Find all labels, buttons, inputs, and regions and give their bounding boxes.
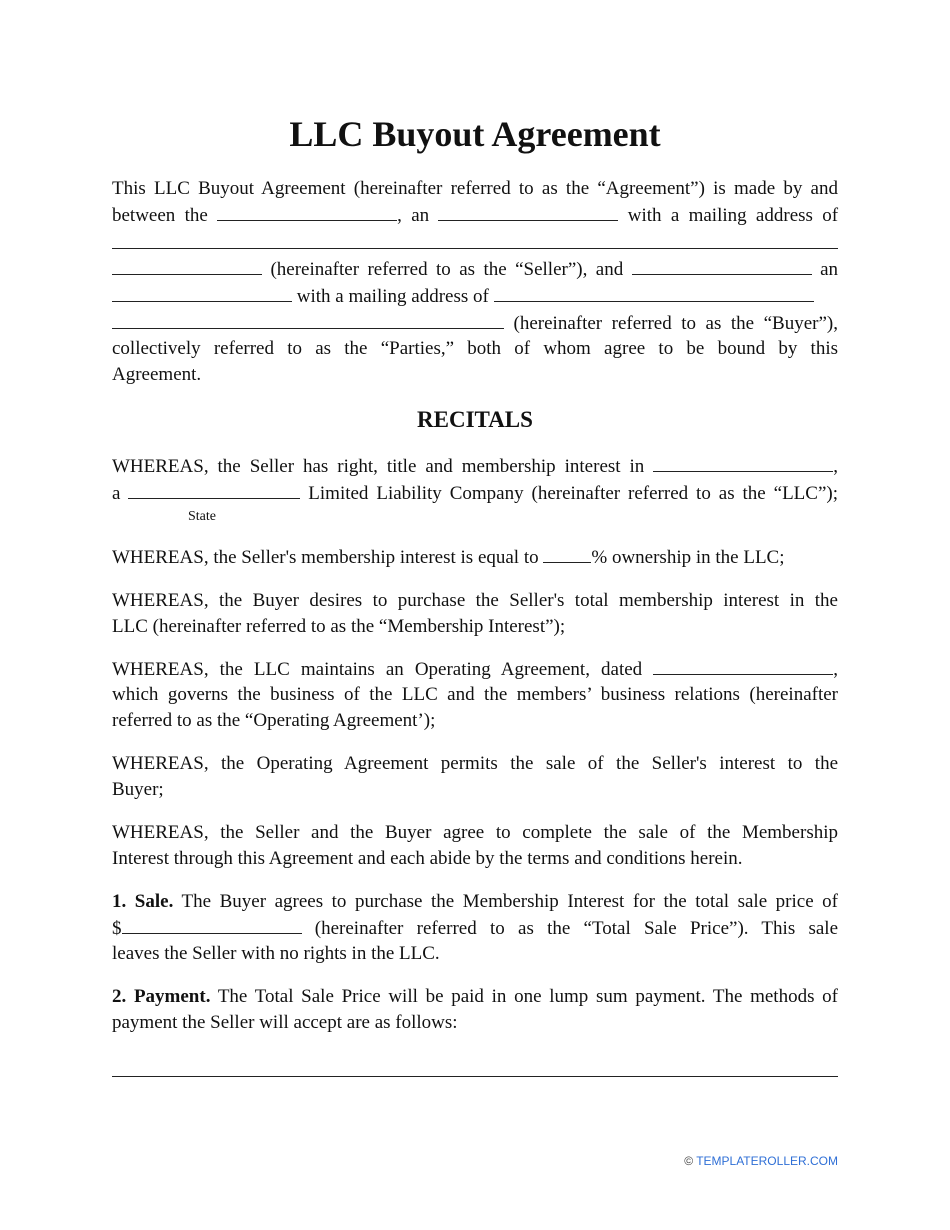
intro-text: between the bbox=[112, 205, 208, 226]
intro-line-4: (hereinafter referred to as the “Seller”… bbox=[112, 256, 838, 283]
seller-entity-type-field[interactable] bbox=[438, 202, 619, 221]
recital-3-line-1: WHEREAS, the Buyer desires to purchase t… bbox=[112, 590, 838, 611]
section-2-heading: 2. Payment. bbox=[112, 986, 211, 1007]
intro-line-5: with a mailing address of bbox=[112, 283, 838, 310]
intro-line-1: This LLC Buyout Agreement (hereinafter r… bbox=[112, 178, 838, 199]
recital-4-line-2: which governs the business of the LLC an… bbox=[112, 684, 838, 705]
buyer-entity-type-field[interactable] bbox=[112, 283, 292, 302]
section-2-line-2: payment the Seller will accept are as fo… bbox=[112, 1012, 458, 1033]
intro-text: with a mailing address of bbox=[627, 205, 839, 226]
dollar-sign: $ bbox=[112, 918, 122, 939]
section-1-heading: 1. Sale. bbox=[112, 891, 174, 912]
intro-text: (hereinafter referred to as the “Seller”… bbox=[270, 259, 624, 280]
operating-agreement-date-field[interactable] bbox=[653, 656, 834, 675]
intro-text: with a mailing address of bbox=[296, 286, 489, 307]
recital-4-line-3: referred to as the “Operating Agreement’… bbox=[112, 710, 436, 731]
recital-1-line-2: a Limited Liability Company (hereinafter… bbox=[112, 480, 838, 507]
copyright-icon: © bbox=[684, 1154, 694, 1168]
ownership-percent-field[interactable] bbox=[543, 544, 592, 563]
recital-text: WHEREAS, the Seller's membership interes… bbox=[112, 547, 539, 568]
section-1-line-1: 1. Sale. The Buyer agrees to purchase th… bbox=[112, 889, 838, 915]
intro-line-6: (hereinafter referred to as the “Buyer”)… bbox=[112, 310, 838, 337]
intro-text: , an bbox=[397, 205, 430, 226]
total-sale-price-field[interactable] bbox=[121, 915, 302, 934]
seller-address-field[interactable] bbox=[112, 248, 838, 249]
state-caption: State bbox=[188, 509, 216, 524]
recital-text: WHEREAS, the Seller has right, title and… bbox=[112, 456, 645, 477]
recital-4-line-1: WHEREAS, the LLC maintains an Operating … bbox=[112, 656, 838, 683]
payment-methods-field[interactable] bbox=[112, 1076, 838, 1077]
llc-state-field[interactable] bbox=[128, 480, 301, 499]
section-text: (hereinafter referred to as the “Total S… bbox=[314, 918, 839, 939]
recital-3-line-2: LLC (hereinafter referred to as the “Mem… bbox=[112, 616, 566, 637]
seller-address-field-cont[interactable] bbox=[112, 256, 262, 275]
recital-6-line-2: Interest through this Agreement and each… bbox=[112, 848, 743, 869]
intro-text: (hereinafter referred to as the “Buyer”)… bbox=[513, 313, 838, 334]
intro-line-2: between the , an with a mailing address … bbox=[112, 202, 838, 229]
recital-6-line-1: WHEREAS, the Seller and the Buyer agree … bbox=[112, 822, 838, 843]
buyer-name-field[interactable] bbox=[631, 256, 812, 275]
recital-2: WHEREAS, the Seller's membership interes… bbox=[112, 544, 838, 571]
recital-5-line-2: Buyer; bbox=[112, 779, 164, 800]
section-text: The Total Sale Price will be paid in one… bbox=[217, 986, 838, 1007]
recital-text: Limited Liability Company (hereinafter r… bbox=[308, 483, 838, 504]
recital-text: , bbox=[833, 659, 838, 680]
recitals-heading: RECITALS bbox=[417, 407, 533, 432]
recital-text: % ownership in the LLC; bbox=[591, 547, 785, 568]
section-1-line-3: leaves the Seller with no rights in the … bbox=[112, 943, 440, 964]
intro-text: an bbox=[820, 259, 839, 280]
llc-name-field[interactable] bbox=[653, 453, 834, 472]
buyer-address-field[interactable] bbox=[493, 283, 814, 302]
footer-credit: © TEMPLATEROLLER.COM bbox=[684, 1154, 838, 1168]
recital-text: a bbox=[112, 483, 121, 504]
recital-1-line-1: WHEREAS, the Seller has right, title and… bbox=[112, 453, 838, 480]
recital-5-line-1: WHEREAS, the Operating Agreement permits… bbox=[112, 753, 838, 774]
section-1-line-2: $ (hereinafter referred to as the “Total… bbox=[112, 915, 838, 942]
intro-line-8: Agreement. bbox=[112, 364, 202, 385]
intro-line-7: collectively referred to as the “Parties… bbox=[112, 338, 838, 359]
templateroller-link[interactable]: TEMPLATEROLLER.COM bbox=[696, 1154, 838, 1168]
recital-text: , bbox=[833, 456, 839, 477]
recital-text: WHEREAS, the LLC maintains an Operating … bbox=[112, 659, 643, 680]
section-2-line-1: 2. Payment. The Total Sale Price will be… bbox=[112, 984, 838, 1010]
seller-name-field[interactable] bbox=[217, 202, 398, 221]
section-text: The Buyer agrees to purchase the Members… bbox=[181, 891, 838, 912]
buyer-address-field-cont[interactable] bbox=[112, 310, 504, 329]
document-title: LLC Buyout Agreement bbox=[289, 114, 661, 154]
